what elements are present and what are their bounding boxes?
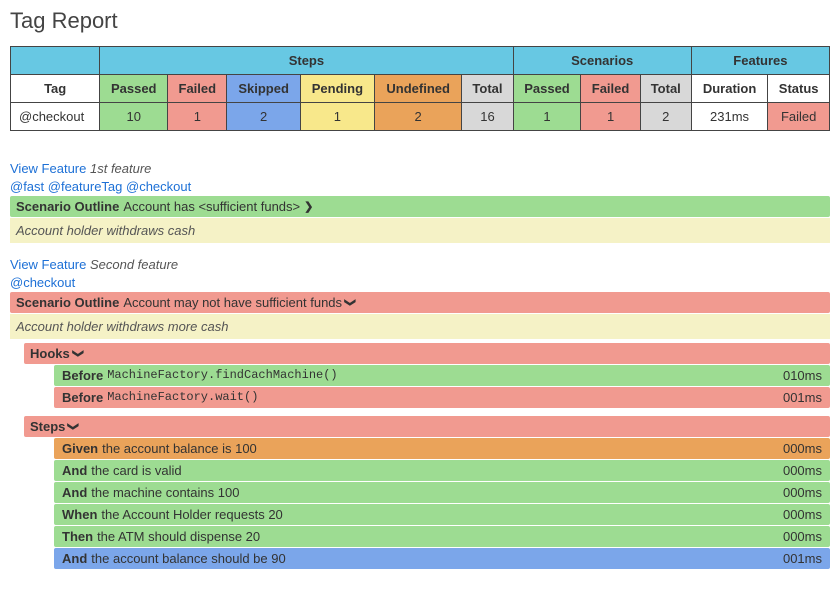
cell-duration: 231ms bbox=[691, 103, 767, 131]
hook-code: MachineFactory.wait() bbox=[107, 390, 258, 405]
cell-failed: 1 bbox=[168, 103, 227, 131]
col-pending: Pending bbox=[300, 75, 374, 103]
cell-s-total: 2 bbox=[640, 103, 691, 131]
cell-s-passed: 1 bbox=[513, 103, 581, 131]
hook-row: Before MachineFactory.findCachMachine() 0… bbox=[54, 365, 830, 386]
steps-header[interactable]: Steps ❯ bbox=[24, 416, 830, 437]
step-duration: 000ms bbox=[783, 507, 822, 522]
step-text: the card is valid bbox=[91, 463, 181, 478]
step-row: When the Account Holder requests 20 000ms bbox=[54, 504, 830, 525]
scenario-name: Account may not have sufficient funds bbox=[123, 295, 342, 310]
hook-duration: 001ms bbox=[783, 390, 822, 405]
group-scenarios: Scenarios bbox=[513, 47, 691, 75]
col-blank bbox=[11, 47, 100, 75]
step-row: And the card is valid 000ms bbox=[54, 460, 830, 481]
step-text: the ATM should dispense 20 bbox=[97, 529, 260, 544]
chevron-down-icon: ❯ bbox=[344, 298, 357, 307]
step-keyword: And bbox=[62, 551, 87, 566]
scenario-name: Account has <sufficient funds> bbox=[123, 199, 300, 214]
step-keyword: And bbox=[62, 485, 87, 500]
step-text: the account balance is 100 bbox=[102, 441, 257, 456]
cell-status: Failed bbox=[768, 103, 830, 131]
step-row: And the machine contains 100 000ms bbox=[54, 482, 830, 503]
step-keyword: Given bbox=[62, 441, 98, 456]
scenario-description: Account holder withdraws more cash bbox=[10, 314, 830, 339]
scenario-keyword: Scenario Outline bbox=[16, 199, 119, 214]
chevron-down-icon: ❯ bbox=[68, 422, 81, 431]
scenario-row[interactable]: Scenario Outline Account may not have su… bbox=[10, 292, 830, 313]
step-text: the machine contains 100 bbox=[91, 485, 239, 500]
step-keyword: And bbox=[62, 463, 87, 478]
step-row: And the account balance should be 90 001m… bbox=[54, 548, 830, 569]
feature-name: Second feature bbox=[90, 257, 178, 272]
step-duration: 001ms bbox=[783, 551, 822, 566]
col-failed: Failed bbox=[168, 75, 227, 103]
step-text: the Account Holder requests 20 bbox=[101, 507, 282, 522]
col-s-total: Total bbox=[640, 75, 691, 103]
table-row: @checkout 10 1 2 1 2 16 1 1 2 231ms Fail… bbox=[11, 103, 830, 131]
view-feature-link[interactable]: View Feature bbox=[10, 161, 86, 176]
view-feature-link[interactable]: View Feature bbox=[10, 257, 86, 272]
group-steps: Steps bbox=[100, 47, 513, 75]
col-undefined: Undefined bbox=[374, 75, 461, 103]
col-status: Status bbox=[768, 75, 830, 103]
chevron-right-icon: ❯ bbox=[304, 200, 313, 213]
step-keyword: Then bbox=[62, 529, 93, 544]
tag-report-table: Steps Scenarios Features Tag Passed Fail… bbox=[10, 46, 830, 131]
scenario-description: Account holder withdraws cash bbox=[10, 218, 830, 243]
steps-label: Steps bbox=[30, 419, 65, 434]
step-duration: 000ms bbox=[783, 529, 822, 544]
hooks-label: Hooks bbox=[30, 346, 70, 361]
hook-duration: 010ms bbox=[783, 368, 822, 383]
scenario-row[interactable]: Scenario Outline Account has <sufficient… bbox=[10, 196, 830, 217]
col-duration: Duration bbox=[691, 75, 767, 103]
group-features: Features bbox=[691, 47, 829, 75]
step-row: Then the ATM should dispense 20 000ms bbox=[54, 526, 830, 547]
hook-keyword: Before bbox=[62, 368, 103, 383]
col-passed: Passed bbox=[100, 75, 168, 103]
step-duration: 000ms bbox=[783, 463, 822, 478]
cell-pending: 1 bbox=[300, 103, 374, 131]
step-duration: 000ms bbox=[783, 441, 822, 456]
hook-row: Before MachineFactory.wait() 001ms bbox=[54, 387, 830, 408]
cell-tag: @checkout bbox=[11, 103, 100, 131]
page-title: Tag Report bbox=[10, 8, 830, 34]
col-total: Total bbox=[462, 75, 513, 103]
col-tag: Tag bbox=[11, 75, 100, 103]
step-text: the account balance should be 90 bbox=[91, 551, 285, 566]
step-keyword: When bbox=[62, 507, 97, 522]
scenario-keyword: Scenario Outline bbox=[16, 295, 119, 310]
feature-name: 1st feature bbox=[90, 161, 151, 176]
hook-keyword: Before bbox=[62, 390, 103, 405]
col-s-failed: Failed bbox=[581, 75, 640, 103]
cell-undefined: 2 bbox=[374, 103, 461, 131]
hooks-header[interactable]: Hooks ❯ bbox=[24, 343, 830, 364]
feature-block-2: View Feature Second feature @checkout Sc… bbox=[10, 257, 830, 569]
step-duration: 000ms bbox=[783, 485, 822, 500]
cell-total: 16 bbox=[462, 103, 513, 131]
cell-s-failed: 1 bbox=[581, 103, 640, 131]
feature-block-1: View Feature 1st feature @fast @featureT… bbox=[10, 161, 830, 243]
step-row: Given the account balance is 100 000ms bbox=[54, 438, 830, 459]
hook-code: MachineFactory.findCachMachine() bbox=[107, 368, 337, 383]
cell-passed: 10 bbox=[100, 103, 168, 131]
col-s-passed: Passed bbox=[513, 75, 581, 103]
feature-tags: @checkout bbox=[10, 275, 830, 290]
chevron-down-icon: ❯ bbox=[72, 349, 85, 358]
col-skipped: Skipped bbox=[227, 75, 300, 103]
feature-tags: @fast @featureTag @checkout bbox=[10, 179, 830, 194]
cell-skipped: 2 bbox=[227, 103, 300, 131]
